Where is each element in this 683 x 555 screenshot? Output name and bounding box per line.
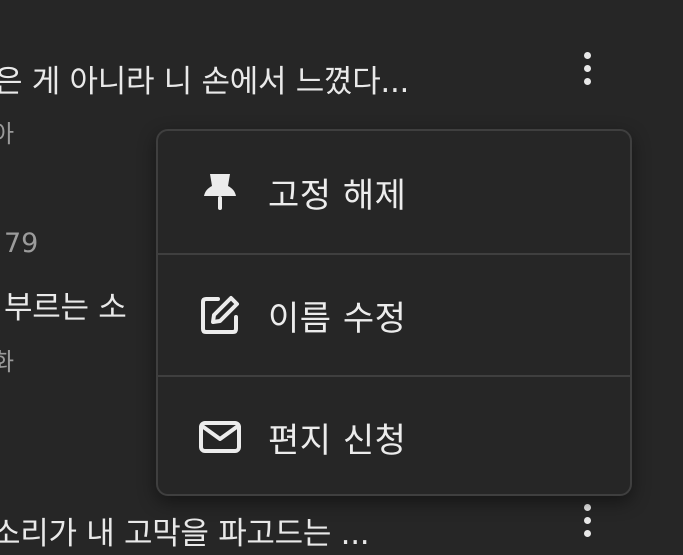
more-options-icon [583,51,591,59]
list-item-title[interactable]: 소리가 내 고막을 파고드는 ... [0,508,370,553]
menu-item-unpin[interactable]: 고정 해제 [158,131,630,253]
menu-item-rename[interactable]: 이름 수정 [158,253,630,375]
mail-icon [198,415,242,459]
menu-item-label: 이름 수정 [268,298,407,339]
list-item-title[interactable]: 은 게 아니라 니 손에서 느꼈다... [0,56,409,101]
menu-item-label: 편지 신청 [268,420,407,461]
menu-item-label: 고정 해제 [268,175,407,216]
context-menu: 고정 해제 이름 수정 편지 신청 [156,129,632,496]
list-item-subtitle: 아 [0,120,15,148]
list-item-title[interactable]: 부르는 소 [4,282,127,327]
menu-item-request-letter[interactable]: 편지 신청 [158,375,630,494]
more-options-button[interactable] [575,48,599,88]
list-item-meta: 79 [4,228,39,259]
more-options-button[interactable] [575,500,599,540]
more-options-icon [583,503,591,511]
edit-icon [198,293,242,337]
list-item-subtitle: 화 [0,348,15,376]
pin-icon [198,170,242,214]
